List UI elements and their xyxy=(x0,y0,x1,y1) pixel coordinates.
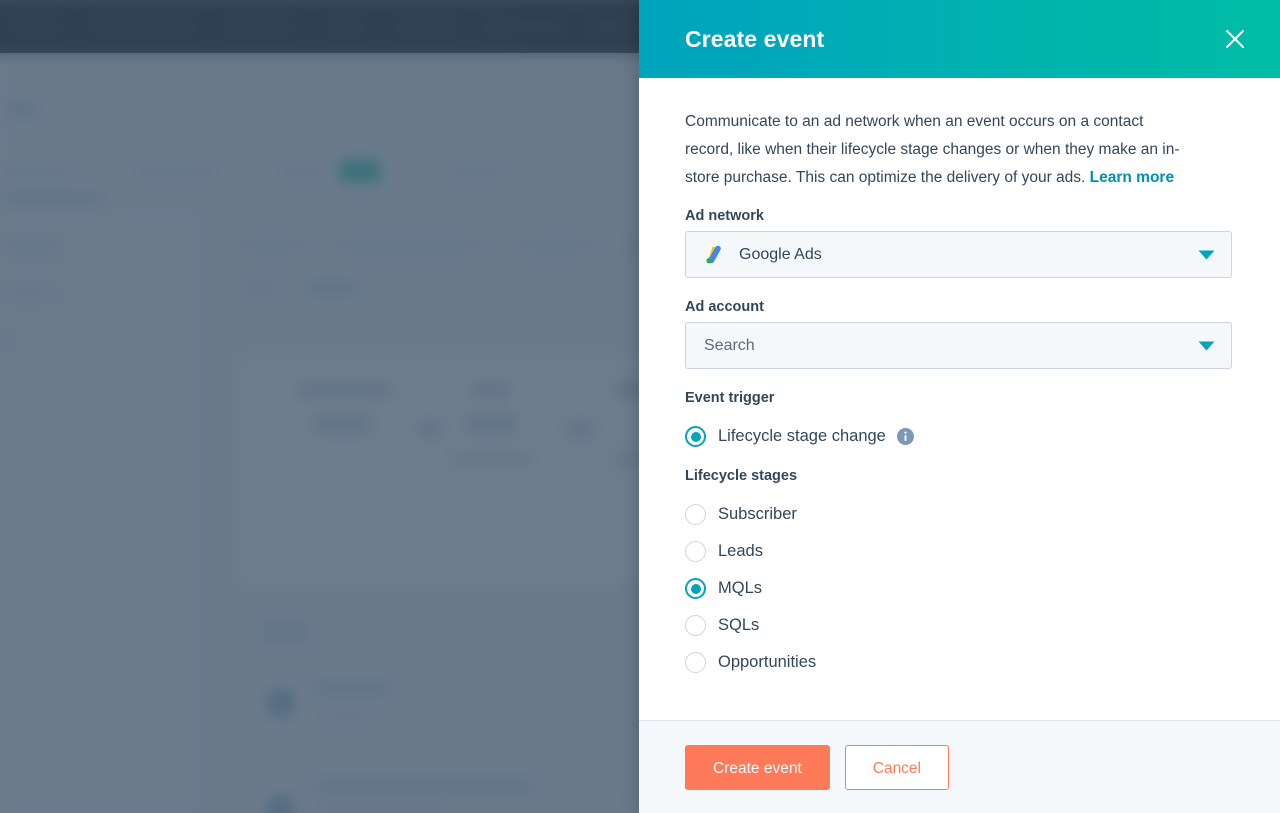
background-dim-overlay xyxy=(0,0,660,813)
radio-label: Leads xyxy=(718,542,763,560)
ad-account-select[interactable]: Search xyxy=(685,322,1232,369)
radio-button[interactable] xyxy=(685,541,706,562)
create-event-button[interactable]: Create event xyxy=(685,744,830,790)
radio-label: MQLs xyxy=(718,579,763,597)
radio-label: Subscriber xyxy=(718,505,797,523)
lifecycle-stage-option-opportunities[interactable]: Opportunities xyxy=(685,644,1234,681)
learn-more-link[interactable]: Learn more xyxy=(1090,169,1174,186)
ad-network-label: Ad network xyxy=(685,208,764,224)
ad-network-select[interactable]: Google Ads xyxy=(685,231,1232,278)
modal-title: Create event xyxy=(685,25,825,52)
radio-label: SQLs xyxy=(718,616,760,634)
lifecycle-stages-list: Subscriber Leads MQLs SQLs Opportunities xyxy=(685,496,1234,681)
ad-network-selected-value: Google Ads xyxy=(739,245,822,263)
radio-label: Opportunities xyxy=(718,653,817,671)
chevron-down-icon xyxy=(1198,341,1215,350)
lifecycle-stage-option-leads[interactable]: Leads xyxy=(685,533,1234,570)
google-ads-logo-icon xyxy=(706,245,721,263)
radio-label: Lifecycle stage change xyxy=(718,427,886,445)
modal-footer: Create event Cancel xyxy=(639,720,1280,813)
event-trigger-label: Event trigger xyxy=(685,390,775,406)
background-app xyxy=(0,0,660,813)
modal-body: Communicate to an ad network when an eve… xyxy=(639,78,1280,720)
radio-button[interactable] xyxy=(685,615,706,636)
radio-button[interactable] xyxy=(685,652,706,673)
radio-button[interactable] xyxy=(685,578,706,599)
lifecycle-stage-option-subscriber[interactable]: Subscriber xyxy=(685,496,1234,533)
create-event-modal: Create event Communicate to an ad networ… xyxy=(639,0,1280,813)
lifecycle-stage-option-mqls[interactable]: MQLs xyxy=(685,570,1234,607)
ad-account-label: Ad account xyxy=(685,299,764,315)
radio-button[interactable] xyxy=(685,426,706,447)
close-icon[interactable] xyxy=(1215,19,1255,59)
info-icon[interactable] xyxy=(896,428,914,445)
background-navbar-dim-overlay xyxy=(0,0,660,53)
radio-button[interactable] xyxy=(685,504,706,525)
modal-header: Create event xyxy=(639,0,1280,78)
event-trigger-option-lifecycle-stage-change[interactable]: Lifecycle stage change xyxy=(685,418,1234,455)
modal-description: Communicate to an ad network when an eve… xyxy=(685,108,1185,192)
ad-account-placeholder: Search xyxy=(704,336,755,354)
lifecycle-stage-option-sqls[interactable]: SQLs xyxy=(685,607,1234,644)
lifecycle-stages-label: Lifecycle stages xyxy=(685,468,798,484)
chevron-down-icon xyxy=(1198,250,1215,259)
cancel-button[interactable]: Cancel xyxy=(844,744,949,790)
